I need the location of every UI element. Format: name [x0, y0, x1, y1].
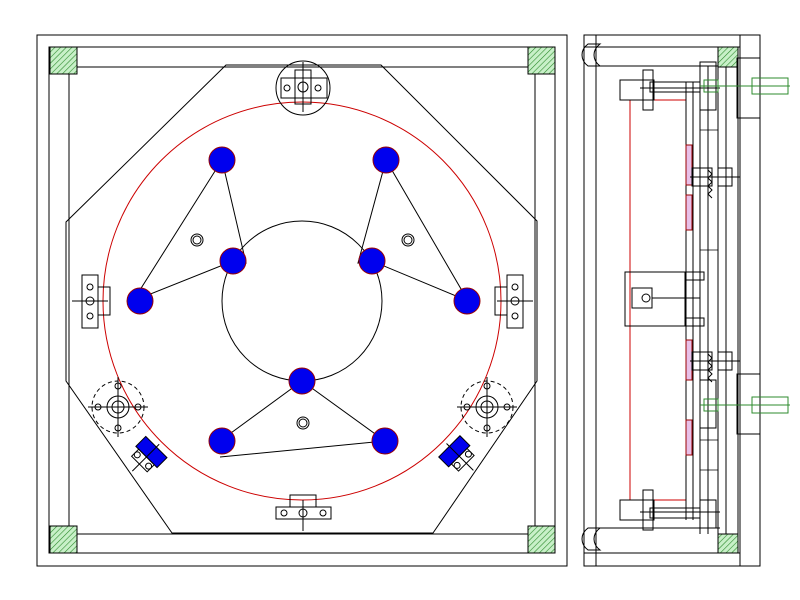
- corner-post-tl: [49, 46, 78, 75]
- pad-1: [208, 146, 236, 174]
- roller-bottom-right: [457, 377, 517, 437]
- side-clamp-top: [619, 57, 790, 119]
- top-clamp: [275, 60, 331, 116]
- pad-9: [371, 427, 399, 455]
- side-post-bottom: [717, 533, 739, 554]
- pad-3: [219, 247, 247, 275]
- pad-2: [372, 146, 400, 174]
- roller-bottom-left: [88, 377, 148, 437]
- pad-circle: [102, 101, 502, 501]
- pad-4: [358, 247, 386, 275]
- side-post-top: [717, 46, 739, 68]
- side-panel: [629, 99, 687, 501]
- break-line-bottom: [581, 527, 602, 551]
- side-clamp-lower: [699, 373, 790, 435]
- side-spring-upper: [690, 167, 740, 199]
- pad-6: [453, 287, 481, 315]
- pad-link-right: [357, 159, 470, 303]
- technical-drawing: [36, 34, 790, 567]
- pads: [126, 146, 481, 455]
- pad-7: [288, 367, 316, 395]
- locator-hole-right: [401, 233, 415, 247]
- side-frame: [583, 34, 761, 567]
- side-bracket-center: [624, 271, 705, 327]
- right-clamp: [494, 274, 533, 329]
- locator-hole-left: [190, 233, 204, 247]
- diagonal-clamp-right: [438, 435, 475, 472]
- corner-post-bl: [49, 525, 78, 554]
- diagonal-clamp-left: [130, 435, 168, 473]
- side-view: [581, 34, 790, 567]
- front-view: [36, 34, 568, 567]
- side-spring-lower: [690, 351, 740, 383]
- pad-link-left: [131, 159, 247, 303]
- side-clamp-bottom: [619, 489, 720, 531]
- locator-hole-bottom: [296, 416, 310, 430]
- corner-post-br: [527, 525, 556, 554]
- bottom-clamp: [275, 494, 332, 531]
- pad-8: [208, 427, 236, 455]
- corner-post-tr: [527, 46, 556, 75]
- central-hub: [221, 220, 383, 382]
- pad-5: [126, 287, 154, 315]
